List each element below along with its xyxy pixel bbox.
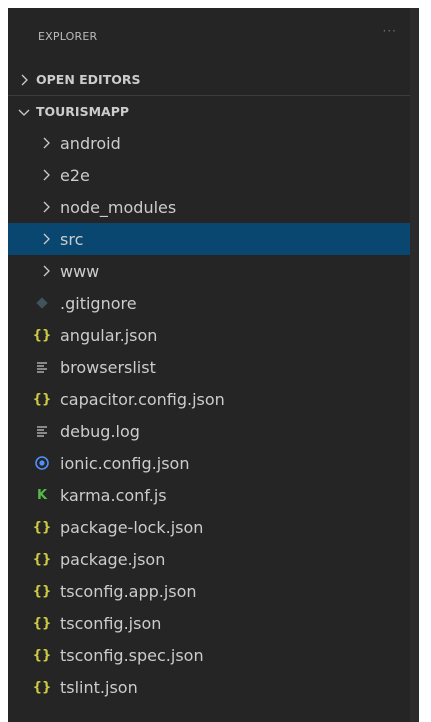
tree-folder-android[interactable]: android [8,127,419,159]
tree-file-package-json[interactable]: {} package.json [8,543,419,575]
scrollbar[interactable] [410,8,419,722]
tree-folder-node-modules[interactable]: node_modules [8,191,419,223]
section-open-editors-label: OPEN EDITORS [36,72,141,87]
tree-file-tslint[interactable]: {} tslint.json [8,671,419,703]
explorer-title: EXPLORER [38,29,98,43]
file-tree: android e2e node_modules src www .gitign… [8,127,419,703]
explorer-header: EXPLORER ··· [8,8,419,64]
tree-folder-www[interactable]: www [8,255,419,287]
section-project[interactable]: TOURISMAPP [8,96,419,127]
more-actions-icon[interactable]: ··· [383,24,397,38]
explorer-panel: EXPLORER ··· OPEN EDITORS TOURISMAPP and… [8,8,419,722]
file-label: tsconfig.app.json [60,581,197,601]
file-label: tsconfig.spec.json [60,645,204,665]
folder-label: android [60,133,121,153]
file-label: angular.json [60,325,158,345]
tree-file-capacitor-config[interactable]: {} capacitor.config.json [8,383,419,415]
tree-file-karma-conf[interactable]: K karma.conf.js [8,479,419,511]
folder-label: node_modules [60,197,177,217]
file-label: .gitignore [60,293,137,313]
chevron-down-icon [18,109,30,116]
file-label: package.json [60,549,166,569]
json-braces-icon: {} [32,583,52,599]
file-label: karma.conf.js [60,485,167,505]
chevron-right-icon [43,233,50,245]
folder-label: e2e [60,165,90,185]
json-braces-icon: {} [32,551,52,567]
file-label: tsconfig.json [60,613,162,633]
chevron-right-icon [21,74,28,85]
json-braces-icon: {} [32,327,52,343]
json-braces-icon: {} [32,391,52,407]
chevron-right-icon [43,137,50,149]
tree-file-gitignore[interactable]: .gitignore [8,287,419,319]
file-label: tslint.json [60,677,138,697]
tree-file-tsconfig-app[interactable]: {} tsconfig.app.json [8,575,419,607]
chevron-right-icon [43,169,50,181]
chevron-right-icon [43,201,50,213]
tree-file-package-lock[interactable]: {} package-lock.json [8,511,419,543]
section-project-label: TOURISMAPP [36,104,130,119]
git-icon [32,294,52,312]
tree-file-angular-json[interactable]: {} angular.json [8,319,419,351]
section-open-editors[interactable]: OPEN EDITORS [8,64,419,95]
text-lines-icon [32,358,52,376]
file-label: capacitor.config.json [60,389,225,409]
tree-file-tsconfig[interactable]: {} tsconfig.json [8,607,419,639]
tree-folder-e2e[interactable]: e2e [8,159,419,191]
chevron-right-icon [43,265,50,277]
json-braces-icon: {} [32,679,52,695]
tree-file-ionic-config[interactable]: ionic.config.json [8,447,419,479]
file-label: package-lock.json [60,517,204,537]
karma-icon: K [36,487,48,503]
tree-folder-src[interactable]: src [8,223,419,255]
json-braces-icon: {} [32,615,52,631]
json-braces-icon: {} [32,647,52,663]
tree-file-tsconfig-spec[interactable]: {} tsconfig.spec.json [8,639,419,671]
folder-label: www [60,261,100,281]
folder-label: src [60,229,84,249]
tree-file-debug-log[interactable]: debug.log [8,415,419,447]
ionic-icon [32,454,52,472]
file-label: browserslist [60,357,156,377]
text-lines-icon [32,422,52,440]
json-braces-icon: {} [32,519,52,535]
file-label: debug.log [60,421,140,441]
tree-file-browserslist[interactable]: browserslist [8,351,419,383]
file-label: ionic.config.json [60,453,190,473]
